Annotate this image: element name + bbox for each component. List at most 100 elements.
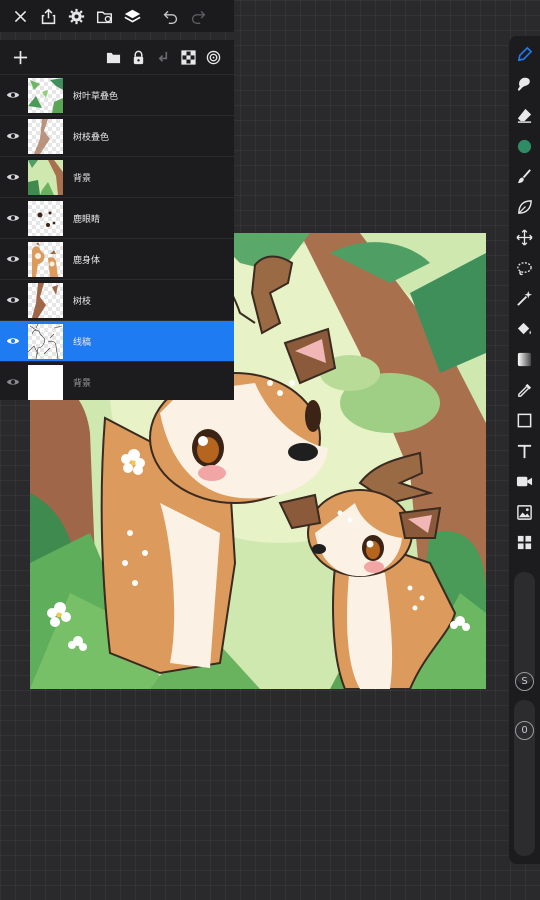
layer-row-active[interactable]: 线稿 [0, 320, 234, 361]
merge-down-button[interactable] [151, 44, 176, 70]
share-icon [41, 8, 55, 24]
gear-icon [68, 8, 84, 24]
layers-panel-header [0, 40, 234, 74]
eye-icon [6, 338, 20, 344]
layer-row[interactable]: 鹿身体 [0, 238, 234, 279]
layer-thumbnail [28, 77, 63, 113]
gallery-import-icon [96, 11, 112, 23]
redo-button[interactable] [184, 0, 212, 32]
layer-name: 背景 [73, 378, 92, 389]
visibility-toggle[interactable] [0, 293, 26, 307]
visibility-toggle[interactable] [0, 88, 26, 102]
add-icon [13, 50, 28, 64]
eye-icon [6, 256, 20, 262]
settings-button[interactable] [62, 0, 90, 32]
adjustments-tool[interactable] [514, 288, 535, 309]
fill-tool[interactable] [514, 319, 535, 340]
lock-layer-button[interactable] [126, 44, 151, 70]
layer-row[interactable]: 背景 [0, 156, 234, 197]
text-icon [517, 444, 532, 459]
undo-icon [163, 10, 177, 24]
undo-button[interactable] [156, 0, 184, 32]
visibility-toggle[interactable] [0, 252, 26, 266]
redo-icon [191, 10, 205, 24]
lock-icon [133, 50, 144, 64]
layers-icon [123, 9, 141, 22]
layer-thumbnail [28, 118, 63, 154]
layer-thumbnail [28, 364, 63, 400]
layer-thumbnail [28, 323, 63, 359]
shape-tool[interactable] [514, 410, 535, 431]
layer-thumbnail [28, 241, 63, 277]
opacity-knob[interactable]: 0 [515, 721, 534, 740]
rectangle-icon [517, 413, 532, 428]
layer-row[interactable]: 树枝叠色 [0, 115, 234, 156]
move-icon [516, 229, 533, 246]
layers-button[interactable] [118, 0, 146, 32]
image-tool[interactable] [514, 502, 535, 523]
smudge-icon [517, 77, 530, 92]
layer-name: 背景 [73, 173, 92, 184]
magic-wand-icon [517, 290, 533, 306]
eraser-tool[interactable] [514, 105, 535, 126]
layer-name: 线稿 [73, 337, 92, 348]
layer-name: 树枝 [73, 296, 92, 307]
layer-name: 鹿身体 [73, 255, 101, 266]
eye-icon [6, 379, 20, 385]
close-button[interactable] [6, 0, 34, 32]
liquify-tool[interactable] [514, 197, 535, 218]
transform-tool[interactable] [514, 227, 535, 248]
visibility-toggle[interactable] [0, 129, 26, 143]
gradient-tool[interactable] [514, 349, 535, 370]
eraser-icon [517, 108, 532, 123]
selection-tool[interactable] [514, 258, 535, 279]
visibility-toggle[interactable] [0, 334, 26, 348]
layer-row[interactable]: 鹿眼睛 [0, 197, 234, 238]
folder-icon [106, 52, 121, 63]
video-icon [516, 476, 533, 487]
layer-thumbnail [28, 159, 63, 195]
leaf-shape-icon [518, 200, 532, 214]
tool-rail: S 0 [509, 36, 540, 864]
brush-size-knob[interactable]: S [515, 672, 534, 691]
visibility-toggle[interactable] [0, 170, 26, 184]
color-swatch-icon [517, 139, 532, 154]
color-swatch[interactable] [514, 136, 535, 157]
share-button[interactable] [34, 0, 62, 32]
layer-row[interactable]: 树枝 [0, 279, 234, 320]
target-icon [206, 50, 221, 64]
checkerboard-icon [181, 49, 196, 65]
eye-icon [6, 133, 20, 139]
gradient-icon [517, 352, 532, 367]
layer-row[interactable]: 树叶草叠色 [0, 74, 234, 115]
pen-icon [517, 46, 533, 62]
layer-name: 树叶草叠色 [73, 91, 119, 102]
eye-icon [6, 297, 20, 303]
image-icon [517, 505, 532, 520]
fill-bucket-icon [517, 322, 531, 335]
close-icon [14, 10, 26, 22]
merge-down-icon [158, 51, 168, 62]
grid-tool[interactable] [514, 532, 535, 553]
brush-size-slider[interactable] [514, 572, 535, 684]
layer-thumbnail [28, 200, 63, 236]
transparency-button[interactable] [176, 44, 201, 70]
lasso-icon [517, 262, 532, 276]
gallery-import-button[interactable] [90, 0, 118, 32]
brush-tool[interactable] [514, 166, 535, 187]
smudge-tool[interactable] [514, 74, 535, 95]
pen-tool[interactable] [514, 44, 535, 65]
video-tool[interactable] [514, 471, 535, 492]
layer-row[interactable]: 背景 [0, 361, 234, 402]
layer-thumbnail [28, 282, 63, 318]
eye-icon [6, 92, 20, 98]
visibility-toggle[interactable] [0, 211, 26, 225]
eyedropper-tool[interactable] [514, 380, 535, 401]
text-tool[interactable] [514, 441, 535, 462]
add-layer-button[interactable] [8, 44, 33, 70]
reference-button[interactable] [201, 44, 226, 70]
visibility-toggle[interactable] [0, 375, 26, 389]
layers-panel: 树叶草叠色 树枝叠色 背景 鹿眼睛 鹿身体 树枝 线稿 背景 [0, 40, 234, 400]
top-toolbar [0, 0, 234, 32]
group-layers-button[interactable] [101, 44, 126, 70]
